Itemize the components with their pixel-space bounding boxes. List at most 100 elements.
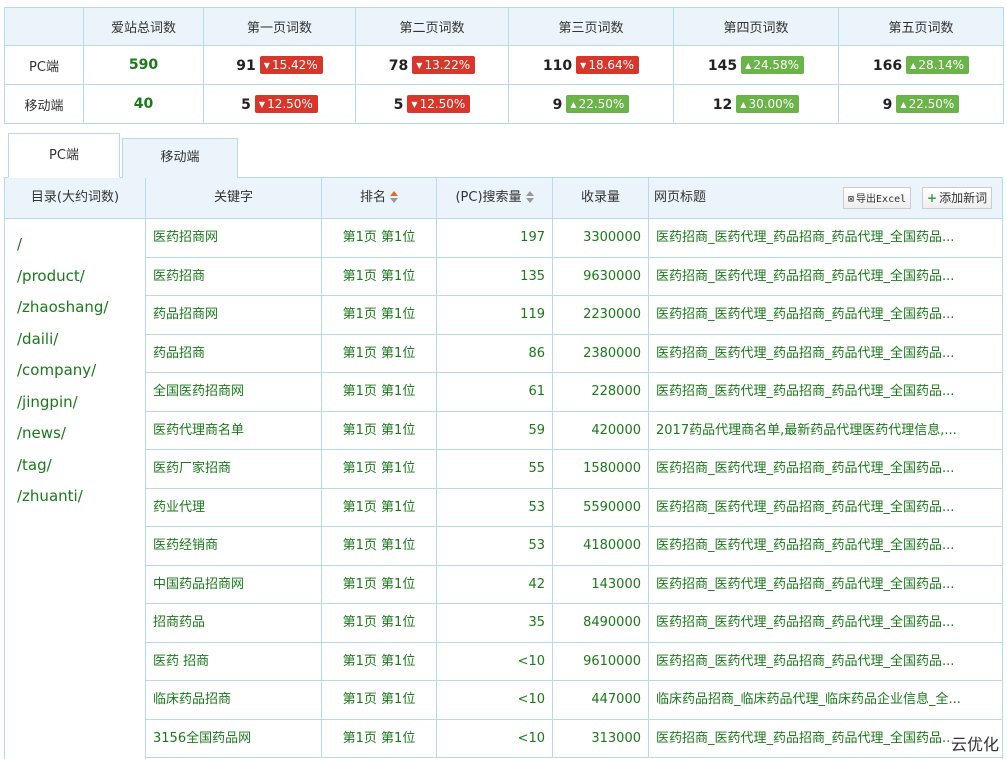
search-volume: <10	[437, 681, 553, 719]
page-title-link[interactable]: 医药招商_医药代理_药品招商_药品代理_全国药品...	[649, 566, 1002, 604]
rank-link[interactable]: 第1页 第1位	[322, 565, 437, 604]
sort-icon	[390, 191, 398, 203]
summary-page-cell: 166 ▲ 28.14%	[838, 45, 1004, 85]
rank-link[interactable]: 第1页 第1位	[322, 296, 437, 334]
table-row: 招商药品 第1页 第1位 35 8490000 医药招商_医药代理_药品招商_药品代理_…	[146, 604, 1002, 643]
indexed-count-link[interactable]: 2230000	[553, 296, 649, 334]
export-excel-button[interactable]: ⊠ 导出Excel	[843, 187, 912, 209]
search-volume: 59	[437, 411, 553, 450]
indexed-count-link[interactable]: 5590000	[553, 488, 649, 527]
page-title-link[interactable]: 医药招商_医药代理_药品招商_药品代理_全国药品...	[649, 527, 1002, 565]
summary-header-page4: 第四页词数	[673, 7, 839, 46]
change-badge: ▲ 22.50%	[566, 95, 630, 113]
directory-link[interactable]: /company/	[5, 355, 145, 387]
indexed-count-link[interactable]: 447000	[553, 681, 649, 719]
add-keyword-button[interactable]: + 添加新词	[922, 187, 993, 209]
rank-link[interactable]: 第1页 第1位	[322, 411, 437, 450]
keyword-link[interactable]: 招商药品	[146, 604, 322, 642]
indexed-count-link[interactable]: 3300000	[553, 219, 649, 257]
table-row: 医药代理商名单 第1页 第1位 59 420000 2017药品代理商名单,最新药品代理…	[146, 411, 1002, 450]
page-title-link[interactable]: 医药招商_医药代理_药品招商_药品代理_全国药品...	[649, 373, 1002, 411]
search-volume: 135	[437, 257, 553, 296]
keyword-link[interactable]: 医药经销商	[146, 527, 322, 565]
page-title-link[interactable]: 医药招商_医药代理_药品招商_药品代理_全国药品...	[649, 643, 1002, 681]
tab-pc[interactable]: PC端	[8, 133, 120, 178]
directory-link[interactable]: /zhuanti/	[5, 481, 145, 513]
page-title-link[interactable]: 医药招商_医药代理_药品招商_药品代理_全国药品...	[649, 219, 1002, 257]
summary-page-cell: 145 ▲ 24.58%	[673, 45, 839, 85]
table-row: 医药招商网 第1页 第1位 197 3300000 医药招商_医药代理_药品招商_药品代…	[146, 219, 1002, 258]
directory-link[interactable]: /tag/	[5, 450, 145, 482]
rank-link[interactable]: 第1页 第1位	[322, 373, 437, 411]
page-title-link[interactable]: 2017药品代理商名单,最新药品代理医药代理信息,...	[649, 412, 1002, 450]
header-rank-sort[interactable]: 排名	[322, 178, 437, 218]
keyword-link[interactable]: 药品招商网	[146, 296, 322, 334]
directory-link[interactable]: /	[5, 229, 145, 261]
tab-mobile[interactable]: 移动端	[122, 138, 238, 178]
indexed-count-link[interactable]: 228000	[553, 373, 649, 411]
indexed-count-link[interactable]: 9630000	[553, 257, 649, 296]
rank-link[interactable]: 第1页 第1位	[322, 719, 437, 758]
table-row: 药业代理 第1页 第1位 53 5590000 医药招商_医药代理_药品招商_药品代理_…	[146, 488, 1002, 527]
keyword-link[interactable]: 临床药品招商	[146, 681, 322, 719]
keyword-link[interactable]: 医药代理商名单	[146, 411, 322, 450]
keyword-link[interactable]: 全国医药招商网	[146, 373, 322, 411]
arrow-up-icon: ▲	[745, 61, 752, 70]
rank-link[interactable]: 第1页 第1位	[322, 219, 437, 257]
page-title-link[interactable]: 医药招商_医药代理_药品招商_药品代理_全国药品...	[649, 335, 1002, 373]
rank-link[interactable]: 第1页 第1位	[322, 488, 437, 527]
keyword-link[interactable]: 中国药品招商网	[146, 565, 322, 604]
page-title-link[interactable]: 医药招商_医药代理_药品招商_药品代理_全国药品...	[649, 450, 1002, 488]
header-directory: 目录(大约词数)	[5, 178, 146, 218]
page-title-link[interactable]: 医药招商_医药代理_药品招商_药品代理_全国药品...	[649, 489, 1002, 527]
keyword-link[interactable]: 3156全国药品网	[146, 719, 322, 758]
page-title-link[interactable]: 医药招商_医药代理_药品招商_药品代理_全国药品...	[649, 258, 1002, 296]
table-row: 中国药品招商网 第1页 第1位 42 143000 医药招商_医药代理_药品招商_药品代…	[146, 565, 1002, 604]
directory-link[interactable]: /news/	[5, 418, 145, 450]
page-title-link[interactable]: 医药招商_医药代理_药品招商_药品代理_全国药品...	[649, 720, 1002, 758]
change-badge: ▼ 15.42%	[259, 56, 323, 74]
keyword-link[interactable]: 医药招商	[146, 257, 322, 296]
directory-column: //product//zhaoshang//daili//company//ji…	[5, 219, 146, 759]
summary-total: 40	[83, 84, 204, 124]
page-count: 9	[882, 97, 893, 113]
change-badge: ▼ 12.50%	[254, 95, 318, 113]
rank-link[interactable]: 第1页 第1位	[322, 604, 437, 642]
rank-link[interactable]: 第1页 第1位	[322, 681, 437, 719]
directory-link[interactable]: /jingpin/	[5, 387, 145, 419]
directory-link[interactable]: /zhaoshang/	[5, 292, 145, 324]
keyword-link[interactable]: 药业代理	[146, 488, 322, 527]
indexed-count-link[interactable]: 4180000	[553, 527, 649, 565]
header-volume-sort[interactable]: (PC)搜索量	[437, 178, 553, 218]
page-title-link[interactable]: 医药招商_医药代理_药品招商_药品代理_全国药品...	[649, 296, 1002, 334]
page-title-link[interactable]: 临床药品招商_临床药品代理_临床药品企业信息_全...	[649, 681, 1002, 719]
rank-link[interactable]: 第1页 第1位	[322, 257, 437, 296]
change-value: 18.64%	[588, 58, 635, 72]
indexed-count-link[interactable]: 143000	[553, 565, 649, 604]
keyword-link[interactable]: 药品招商	[146, 334, 322, 373]
table-row: 医药厂家招商 第1页 第1位 55 1580000 医药招商_医药代理_药品招商_药品代…	[146, 450, 1002, 489]
indexed-count-link[interactable]: 420000	[553, 411, 649, 450]
summary-header-corner	[4, 7, 84, 46]
summary-page-cell: 91 ▼ 15.42%	[203, 45, 356, 85]
indexed-count-link[interactable]: 8490000	[553, 604, 649, 642]
summary-page-cell: 78 ▼ 13.22%	[355, 45, 509, 85]
indexed-count-link[interactable]: 313000	[553, 719, 649, 758]
directory-link[interactable]: /product/	[5, 261, 145, 293]
keyword-link[interactable]: 医药招商网	[146, 219, 322, 257]
page-title-link[interactable]: 医药招商_医药代理_药品招商_药品代理_全国药品...	[649, 604, 1002, 642]
summary-total: 590	[83, 45, 204, 85]
table-row: 临床药品招商 第1页 第1位 <10 447000 临床药品招商_临床药品代理_临床药品…	[146, 681, 1002, 720]
indexed-count-link[interactable]: 1580000	[553, 450, 649, 488]
table-row: 药品招商网 第1页 第1位 119 2230000 医药招商_医药代理_药品招商_药品代…	[146, 296, 1002, 335]
rank-link[interactable]: 第1页 第1位	[322, 642, 437, 681]
summary-page-cell: 12 ▲ 30.00%	[673, 84, 839, 124]
indexed-count-link[interactable]: 9610000	[553, 642, 649, 681]
rank-link[interactable]: 第1页 第1位	[322, 527, 437, 565]
rank-link[interactable]: 第1页 第1位	[322, 334, 437, 373]
keyword-link[interactable]: 医药厂家招商	[146, 450, 322, 488]
directory-link[interactable]: /daili/	[5, 324, 145, 356]
rank-link[interactable]: 第1页 第1位	[322, 450, 437, 488]
indexed-count-link[interactable]: 2380000	[553, 334, 649, 373]
keyword-link[interactable]: 医药 招商	[146, 642, 322, 681]
